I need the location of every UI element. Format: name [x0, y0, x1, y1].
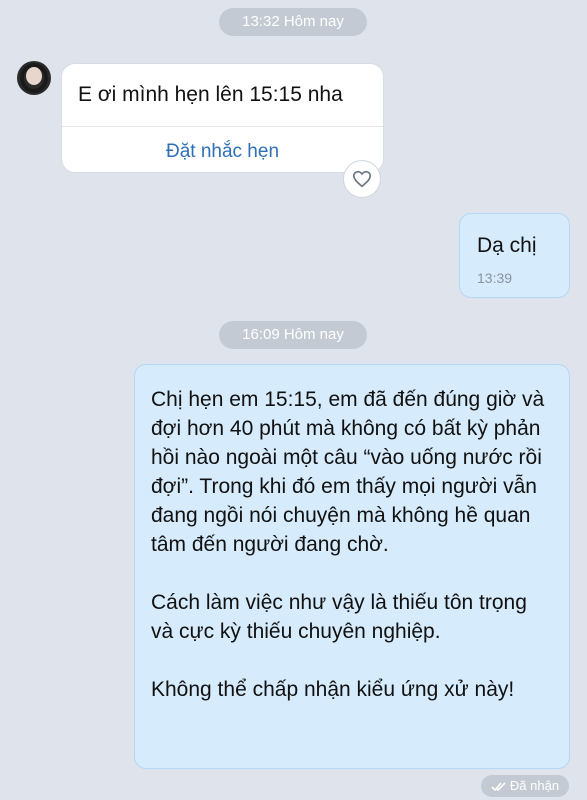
set-reminder-link[interactable]: Đặt nhắc hẹn — [62, 141, 383, 163]
message-text: Dạ chị — [477, 234, 537, 257]
message-time: 13:39 — [477, 270, 513, 286]
timestamp-divider: 13:32 Hôm nay — [219, 8, 367, 36]
avatar[interactable] — [17, 61, 51, 95]
message-paragraph: Chị hẹn em 15:15, em đã đến đúng giờ và … — [151, 388, 545, 556]
message-paragraph: Không thể chấp nhận kiểu ứng xử này! — [151, 678, 515, 701]
react-heart-button[interactable] — [343, 160, 381, 198]
status-text: Đã nhận — [509, 778, 560, 793]
double-check-icon — [491, 781, 506, 791]
message-paragraph: Cách làm việc như vậy là thiếu tôn trọng… — [151, 591, 527, 643]
timestamp-divider: 16:09 Hôm nay — [219, 321, 367, 349]
avatar-face — [26, 67, 42, 85]
incoming-message-text: E ơi mình hẹn lên 15:15 nha — [78, 83, 343, 106]
incoming-message-bubble[interactable]: E ơi mình hẹn lên 15:15 nha Đặt nhắc hẹn — [61, 63, 384, 173]
heart-icon — [353, 170, 371, 188]
bubble-divider — [62, 126, 383, 127]
outgoing-message-bubble[interactable]: Dạ chị 13:39 — [459, 213, 570, 298]
outgoing-long-message-bubble[interactable]: Chị hẹn em 15:15, em đã đến đúng giờ và … — [134, 364, 570, 769]
delivery-status-badge: Đã nhận — [481, 775, 569, 797]
